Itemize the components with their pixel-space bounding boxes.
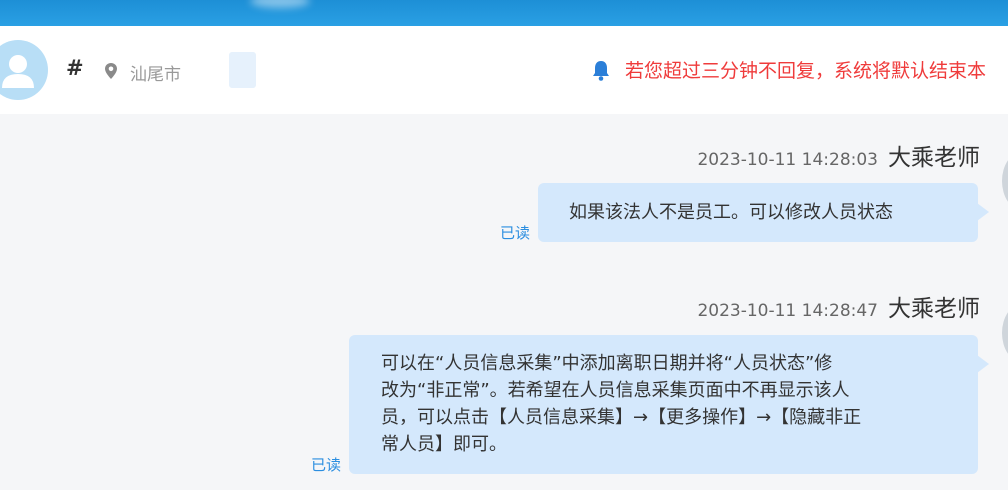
message-meta: 2023-10-11 14:28:47 大乘老师 (697, 289, 980, 323)
message-time: 2023-10-11 14:28:47 (697, 301, 878, 321)
sender-avatar (1002, 304, 1008, 362)
message-line: 员，可以点击【人员信息采集】→【更多操作】→【隐藏非正 (381, 407, 862, 428)
sender-name: 大乘老师 (888, 296, 980, 322)
user-id-hash: # (66, 56, 84, 80)
message-bubble[interactable]: 如果该法人不是员工。可以修改人员状态 (538, 183, 989, 242)
sender-avatar (1002, 152, 1008, 210)
timeout-notice-text: 若您超过三分钟不回复，系统将默认结束本 (625, 60, 987, 82)
message-line: 常人员】即可。 (381, 434, 507, 455)
banner-glow (250, 0, 310, 8)
location-text: 汕尾市 (130, 65, 181, 85)
read-status: 已读 (500, 224, 531, 242)
read-status: 已读 (311, 456, 342, 474)
message-time: 2023-10-11 14:28:03 (697, 150, 878, 170)
sender-name: 大乘老师 (888, 145, 980, 171)
message-bubble[interactable]: 可以在“人员信息采集”中添加离职日期并将“人员状态”修 改为“非正常”。若希望在… (349, 335, 989, 474)
top-banner (0, 0, 1008, 26)
bell-icon (593, 61, 609, 81)
user-icon (2, 55, 34, 88)
user-avatar[interactable] (0, 40, 48, 100)
message-line: 改为“非正常”。若希望在人员信息采集页面中不再显示该人 (381, 380, 850, 401)
tag-box (229, 52, 256, 88)
location-pin-icon (105, 63, 117, 79)
message-meta: 2023-10-11 14:28:03 大乘老师 (697, 138, 980, 172)
message-text: 如果该法人不是员工。可以修改人员状态 (569, 202, 893, 223)
message-line: 可以在“人员信息采集”中添加离职日期并将“人员状态”修 (381, 353, 833, 374)
chat-header: # 汕尾市 若您超过三分钟不回复，系统将默认结束本 (0, 26, 1008, 114)
